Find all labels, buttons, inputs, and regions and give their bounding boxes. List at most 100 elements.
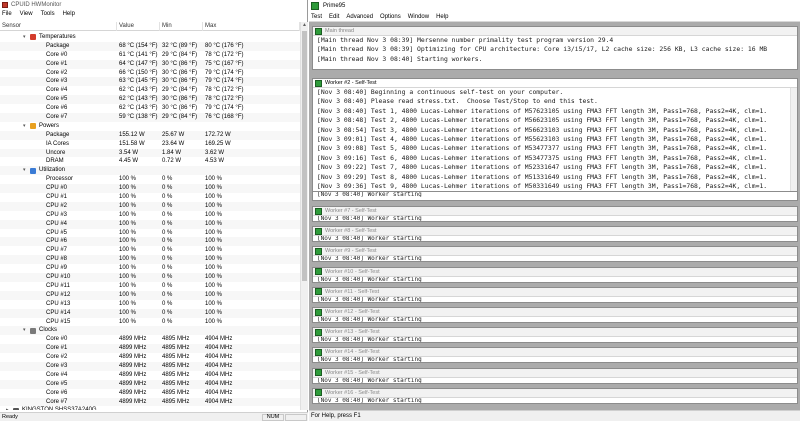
sensor-row[interactable]: Package 155.12 W 25.67 W 172.72 W bbox=[0, 130, 300, 140]
sensor-row[interactable]: Core #4 4899 MHz 4895 MHz 4904 MHz bbox=[0, 371, 300, 380]
sensor-row[interactable]: CPU #11 100 % 0 % 100 % bbox=[0, 282, 300, 291]
sensor-row[interactable]: CPU #13 100 % 0 % 100 % bbox=[0, 300, 300, 309]
menu-view[interactable]: View bbox=[20, 11, 33, 17]
sensor-row[interactable]: CPU #6 100 % 0 % 100 % bbox=[0, 237, 300, 247]
menu-help[interactable]: Help bbox=[63, 11, 75, 17]
sensor-row[interactable]: Processor 100 % 0 % 100 % bbox=[0, 175, 300, 184]
column-min[interactable]: Min bbox=[160, 22, 203, 31]
worker-titlebar[interactable]: Worker #12 - Self-Test bbox=[313, 308, 797, 317]
menu-tools[interactable]: Tools bbox=[41, 11, 55, 17]
sensor-max: 75 °C (167 °F) bbox=[205, 60, 244, 67]
sensor-min: 30 °C (86 °F) bbox=[162, 105, 198, 112]
sensor-row[interactable]: Core #3 4899 MHz 4895 MHz 4904 MHz bbox=[0, 361, 300, 371]
worker-2-titlebar[interactable]: Worker #2 - Self-Test bbox=[313, 79, 797, 88]
sensor-row[interactable]: CPU #15 100 % 0 % 100 % bbox=[0, 318, 300, 327]
worker-window[interactable]: Worker #11 - Self-Test [Nov 3 08:40] Work… bbox=[312, 286, 798, 303]
worker-titlebar[interactable]: Worker #13 - Self-Test bbox=[313, 328, 797, 338]
sensor-row[interactable]: Core #6 62 °C (143 °F) 30 °C (86 °F) 79 °C … bbox=[0, 104, 300, 113]
sensor-value: 100 % bbox=[119, 265, 137, 272]
main-thread-window[interactable]: Main thread [Main thread Nov 3 08:39] Me… bbox=[312, 26, 798, 70]
scroll-thumb[interactable] bbox=[302, 31, 307, 281]
worker-window[interactable]: Worker #15 - Self-Test [Nov 3 08:40] Work… bbox=[312, 367, 798, 384]
worker-window[interactable]: Worker #8 - Self-Test [Nov 3 08:40] Worke… bbox=[312, 226, 798, 243]
worker-titlebar[interactable]: Worker #11 - Self-Test bbox=[313, 287, 797, 297]
worker-titlebar[interactable]: Worker #14 - Self-Test bbox=[313, 348, 797, 358]
sensor-min: 0 % bbox=[162, 282, 173, 289]
worker-titlebar[interactable]: Worker #10 - Self-Test bbox=[313, 267, 797, 277]
sensor-row[interactable]: Core #7 4899 MHz 4895 MHz 4904 MHz bbox=[0, 397, 300, 407]
menu-help[interactable]: Help bbox=[436, 14, 448, 20]
sensor-row[interactable]: Package 68 °C (154 °F) 32 °C (89 °F) 80 °C … bbox=[0, 41, 300, 51]
sensor-row[interactable]: Core #2 66 °C (150 °F) 30 °C (86 °F) 79 °C … bbox=[0, 69, 300, 78]
sensor-row[interactable]: CPU #7 100 % 0 % 100 % bbox=[0, 246, 300, 255]
sensor-row[interactable]: CPU #2 100 % 0 % 100 % bbox=[0, 201, 300, 211]
collapse-icon[interactable]: ▾ bbox=[23, 326, 28, 335]
worker-window[interactable]: Worker #16 - Self-Test [Nov 3 08:40] Work… bbox=[312, 387, 798, 404]
column-value[interactable]: Value bbox=[117, 22, 160, 31]
sensor-row[interactable]: Core #7 59 °C (138 °F) 29 °C (84 °F) 76 °C … bbox=[0, 113, 300, 122]
sensor-row[interactable]: CPU #10 100 % 0 % 100 % bbox=[0, 273, 300, 282]
main-thread-titlebar[interactable]: Main thread bbox=[313, 27, 797, 36]
sensor-name: Core #3 bbox=[0, 77, 117, 86]
sensor-row[interactable]: CPU #3 100 % 0 % 100 % bbox=[0, 211, 300, 220]
scroll-up-arrow-icon[interactable]: ▲ bbox=[301, 22, 308, 29]
worker-titlebar[interactable]: Worker #7 - Self-Test bbox=[313, 207, 797, 216]
worker-window[interactable]: Worker #12 - Self-Test [Nov 3 08:40] Work… bbox=[312, 307, 798, 323]
sensor-row[interactable]: DRAM 4.45 W 0.72 W 4.53 W bbox=[0, 157, 300, 166]
sensor-row[interactable]: Core #1 4899 MHz 4895 MHz 4904 MHz bbox=[0, 344, 300, 354]
sensor-row[interactable]: Core #0 61 °C (141 °F) 29 °C (84 °F) 78 °C … bbox=[0, 51, 300, 60]
sensor-value: 100 % bbox=[119, 309, 137, 316]
sensor-group-row[interactable]: ▾ Temperatures bbox=[0, 33, 300, 42]
sensor-row[interactable]: Core #3 63 °C (145 °F) 30 °C (86 °F) 79 °C … bbox=[0, 77, 300, 87]
worker-titlebar[interactable]: Worker #15 - Self-Test bbox=[313, 368, 797, 378]
hwmonitor-titlebar[interactable]: CPUID HWMonitor bbox=[0, 0, 307, 9]
sensor-row[interactable]: CPU #5 100 % 0 % 100 % bbox=[0, 229, 300, 238]
sensor-row[interactable]: Core #5 4899 MHz 4895 MHz 4904 MHz bbox=[0, 379, 300, 389]
menu-test[interactable]: Test bbox=[311, 14, 322, 20]
worker-icon bbox=[315, 288, 322, 296]
sensor-group-row[interactable]: ▾ Clocks bbox=[0, 326, 300, 336]
worker-window[interactable]: Worker #10 - Self-Test [Nov 3 08:40] Work… bbox=[312, 266, 798, 283]
sensor-row[interactable]: CPU #8 100 % 0 % 100 % bbox=[0, 255, 300, 265]
sensor-row[interactable]: CPU #4 100 % 0 % 100 % bbox=[0, 219, 300, 229]
sensor-row[interactable]: CPU #12 100 % 0 % 100 % bbox=[0, 290, 300, 300]
worker-titlebar[interactable]: Worker #16 - Self-Test bbox=[313, 388, 797, 398]
collapse-icon[interactable]: ▾ bbox=[23, 122, 28, 131]
menu-options[interactable]: Options bbox=[380, 14, 401, 20]
worker-titlebar[interactable]: Worker #9 - Self-Test bbox=[313, 247, 797, 257]
menu-edit[interactable]: Edit bbox=[329, 14, 339, 20]
sensor-row[interactable]: Core #5 62 °C (143 °F) 30 °C (86 °F) 78 °C … bbox=[0, 95, 300, 105]
sensor-row[interactable]: CPU #9 100 % 0 % 100 % bbox=[0, 264, 300, 273]
worker-window[interactable]: Worker #13 - Self-Test [Nov 3 08:40] Work… bbox=[312, 327, 798, 344]
sensor-row[interactable]: CPU #1 100 % 0 % 100 % bbox=[0, 193, 300, 202]
prime95-titlebar[interactable]: Prime95 bbox=[309, 0, 800, 12]
menu-file[interactable]: File bbox=[2, 11, 12, 17]
worker-2-window[interactable]: Worker #2 - Self-Test [Nov 3 08:40] Begi… bbox=[312, 78, 798, 199]
sensor-row[interactable]: Core #0 4899 MHz 4895 MHz 4904 MHz bbox=[0, 335, 300, 344]
menu-advanced[interactable]: Advanced bbox=[346, 14, 373, 20]
worker-titlebar[interactable]: Worker #8 - Self-Test bbox=[313, 227, 797, 237]
worker-window[interactable]: Worker #7 - Self-Test [Nov 3 08:40] Worke… bbox=[312, 206, 798, 222]
sensor-row[interactable]: Core #2 4899 MHz 4895 MHz 4904 MHz bbox=[0, 353, 300, 362]
worker-2-scrollbar[interactable] bbox=[790, 88, 797, 198]
column-sensor[interactable]: Sensor bbox=[0, 22, 117, 31]
collapse-icon[interactable]: ▾ bbox=[23, 166, 28, 175]
sensor-row[interactable]: Core #6 4899 MHz 4895 MHz 4904 MHz bbox=[0, 389, 300, 398]
sensor-label: Utilization bbox=[39, 167, 66, 174]
expand-icon[interactable]: ▸ bbox=[6, 406, 11, 410]
sensor-row[interactable]: CPU #14 100 % 0 % 100 % bbox=[0, 308, 300, 318]
sensor-row[interactable]: Uncore 3.54 W 1.84 W 3.62 W bbox=[0, 148, 300, 158]
sensor-scrollbar[interactable]: ▲ bbox=[300, 22, 308, 410]
collapse-icon[interactable]: ▾ bbox=[23, 33, 28, 42]
drive-row[interactable]: ▸ KINGSTON SHSS37A240G bbox=[0, 406, 300, 410]
sensor-row[interactable]: Core #4 62 °C (143 °F) 29 °C (84 °F) 78 °C … bbox=[0, 86, 300, 95]
worker-window[interactable]: Worker #9 - Self-Test [Nov 3 08:40] Worke… bbox=[312, 246, 798, 263]
menu-window[interactable]: Window bbox=[408, 14, 429, 20]
sensor-group-row[interactable]: ▾ Utilization bbox=[0, 166, 300, 176]
worker-window[interactable]: Worker #14 - Self-Test [Nov 3 08:40] Work… bbox=[312, 347, 798, 364]
column-max[interactable]: Max bbox=[203, 22, 300, 31]
sensor-row[interactable]: CPU #0 100 % 0 % 100 % bbox=[0, 184, 300, 194]
sensor-group-row[interactable]: ▾ Powers bbox=[0, 122, 300, 131]
sensor-row[interactable]: Core #1 64 °C (147 °F) 30 °C (86 °F) 75 °C … bbox=[0, 59, 300, 69]
sensor-row[interactable]: IA Cores 151.58 W 23.64 W 169.25 W bbox=[0, 140, 300, 149]
